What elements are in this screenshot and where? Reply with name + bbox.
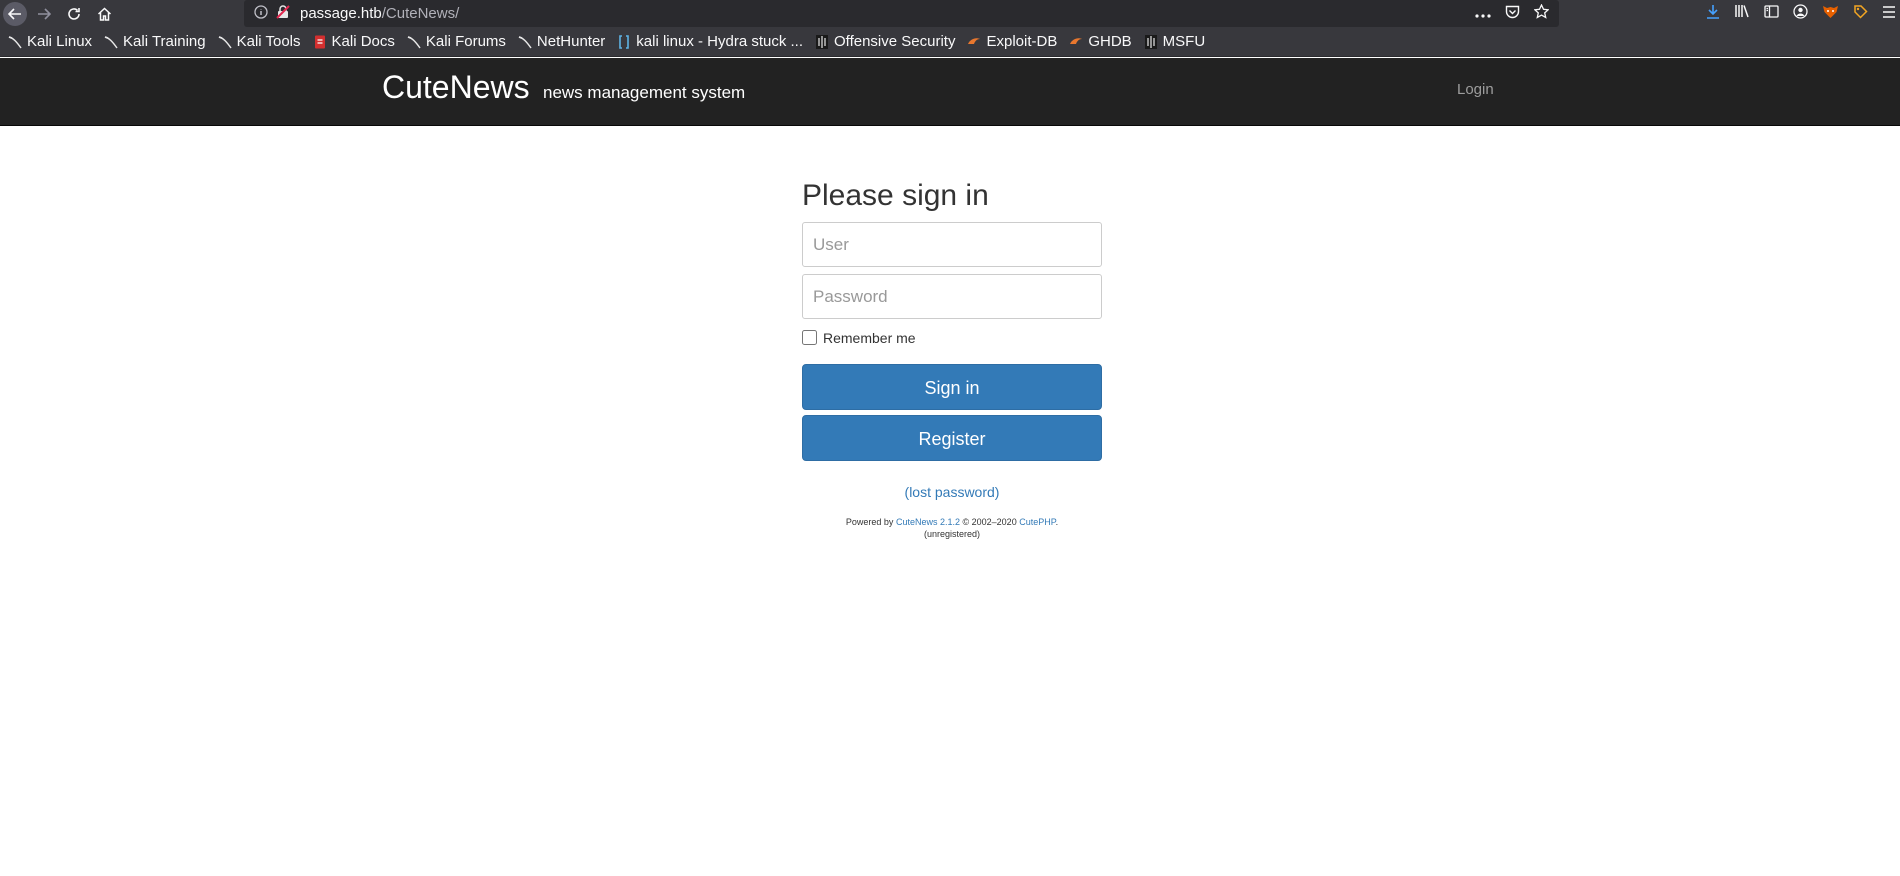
lost-password-link[interactable]: (lost password) — [905, 484, 1000, 500]
arrow-left-icon — [8, 7, 21, 20]
kali-dragon-icon — [407, 35, 421, 49]
ghdb-icon — [1069, 35, 1083, 49]
bookmark-label: NetHunter — [536, 33, 606, 50]
bookmark-msfu[interactable]: MSFU — [1144, 33, 1206, 50]
url-actions — [1475, 3, 1550, 23]
form-title: Please sign in — [802, 179, 989, 212]
remember-label: Remember me — [823, 329, 916, 346]
sidebar-icon[interactable] — [1764, 4, 1779, 23]
bookmark-label: Kali Docs — [331, 33, 395, 50]
bookmark-kali-training[interactable]: Kali Training — [104, 33, 206, 50]
register-button[interactable]: Register — [802, 415, 1102, 461]
cutenews-version-link[interactable]: CuteNews 2.1.2 — [896, 517, 960, 527]
bookmark-label: Exploit-DB — [986, 33, 1058, 50]
back-button[interactable] — [3, 1, 27, 26]
account-icon[interactable] — [1793, 3, 1808, 24]
bookmark-label: Kali Training — [123, 33, 206, 50]
msfu-icon — [1144, 34, 1158, 49]
kali-dragon-icon — [8, 35, 22, 49]
copyright-text: © 2002–2020 — [962, 517, 1017, 527]
powered-by-text: Powered by — [845, 517, 894, 527]
bookmark-label: Kali Linux — [27, 33, 93, 50]
offsec-icon — [815, 34, 829, 49]
exploit-db-icon — [967, 35, 981, 49]
page-actions-icon[interactable] — [1475, 5, 1491, 22]
remember-me[interactable]: Remember me — [802, 328, 1102, 347]
reload-button[interactable] — [61, 1, 87, 27]
nav-login-link[interactable]: Login — [1457, 81, 1494, 98]
extension-fox-icon[interactable] — [1822, 4, 1839, 24]
info-icon[interactable] — [254, 4, 268, 23]
kali-dragon-icon — [104, 35, 118, 49]
bookmark-kali-linux[interactable]: Kali Linux — [8, 33, 92, 50]
bookmark-label: Kali Tools — [236, 33, 301, 50]
kali-dragon-icon — [518, 35, 532, 49]
bookmark-hydra[interactable]: kali linux - Hydra stuck ... — [617, 33, 803, 50]
pocket-icon[interactable] — [1505, 5, 1520, 23]
download-icon[interactable] — [1706, 4, 1720, 24]
powered-by-footer: Powered by CuteNews 2.1.2 © 2002–2020 Cu… — [802, 516, 1102, 540]
bookmark-label: Offensive Security — [834, 33, 956, 50]
registration-status: (unregistered) — [923, 529, 981, 539]
cutephp-link[interactable]: CutePHP — [1019, 517, 1055, 527]
url-host: passage.htb — [300, 5, 382, 22]
bookmark-star-icon[interactable] — [1533, 3, 1550, 23]
user-input[interactable] — [802, 222, 1102, 267]
remember-checkbox[interactable] — [802, 330, 817, 345]
bookmark-label: GHDB — [1088, 33, 1132, 50]
site-navbar: CuteNews news management system Login — [0, 58, 1900, 126]
bookmark-kali-docs[interactable]: Kali Docs — [313, 33, 395, 50]
url-path: /CuteNews/ — [381, 5, 460, 22]
sign-in-button[interactable]: Sign in — [802, 364, 1102, 410]
arrow-right-icon — [38, 7, 51, 20]
lost-password: (lost password) — [802, 484, 1102, 500]
bookmarks-toolbar: Kali Linux Kali Training Kali Tools Kali… — [0, 27, 1900, 57]
bookmark-label: MSFU — [1162, 33, 1206, 50]
insecure-lock-icon[interactable] — [276, 4, 290, 23]
footer-period: . — [1055, 517, 1059, 527]
toolbar-right — [1706, 0, 1900, 27]
bookmark-ghdb[interactable]: GHDB — [1069, 33, 1132, 50]
bookmark-offensive-security[interactable]: Offensive Security — [815, 33, 955, 50]
library-icon[interactable] — [1734, 4, 1750, 23]
brackets-icon — [617, 34, 631, 49]
home-icon — [97, 6, 111, 21]
signin-form: Please sign in Remember me Sign in Regis… — [802, 176, 1102, 540]
home-button[interactable] — [91, 1, 117, 27]
bookmark-label: kali linux - Hydra stuck ... — [636, 33, 804, 50]
password-input[interactable] — [802, 274, 1102, 319]
browser-toolbar: passage.htb/CuteNews/ — [0, 0, 1900, 27]
bookmark-kali-tools[interactable]: Kali Tools — [218, 33, 301, 50]
bookmark-exploit-db[interactable]: Exploit-DB — [967, 33, 1057, 50]
reload-icon — [68, 7, 80, 20]
forward-button[interactable] — [31, 1, 57, 27]
bookmark-nethunter[interactable]: NetHunter — [518, 33, 605, 50]
url-bar[interactable]: passage.htb/CuteNews/ — [244, 0, 1559, 27]
kali-docs-icon — [313, 35, 327, 49]
brand-tagline: news management system — [543, 83, 746, 102]
extension-tag-icon[interactable] — [1853, 4, 1868, 24]
menu-icon[interactable] — [1882, 5, 1896, 23]
bookmark-kali-forums[interactable]: Kali Forums — [407, 33, 506, 50]
bookmark-label: Kali Forums — [425, 33, 506, 50]
brand-logo[interactable]: CuteNews — [382, 69, 530, 106]
kali-dragon-icon — [218, 35, 232, 49]
